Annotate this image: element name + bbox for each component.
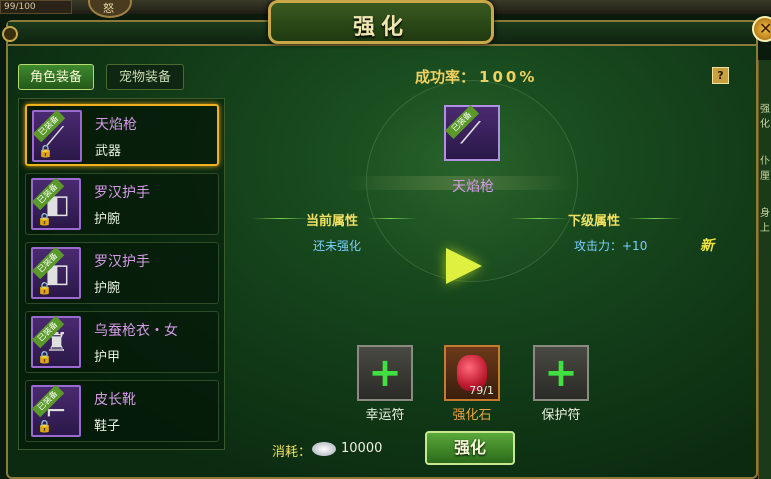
item-type: 武器 — [95, 144, 122, 159]
lock-icon: 🔒 — [37, 281, 52, 295]
target-item-name: 天焰枪 — [452, 179, 494, 195]
help-icon: ? — [717, 69, 724, 82]
equipment-item[interactable]: ♜ 已装备 🔒 乌蚕枪衣・女 护甲 — [25, 311, 219, 373]
divider — [252, 218, 310, 219]
target-item-slot[interactable]: ⟋ 已装备 — [444, 105, 500, 161]
hp-text: 99/100 — [4, 2, 36, 12]
item-name: 罗汉护手 — [94, 254, 150, 270]
item-type: 鞋子 — [94, 419, 121, 434]
item-slot: ⌐ 已装备 🔒 — [31, 384, 81, 437]
item-slot: ◧ 已装备 🔒 — [31, 177, 81, 230]
rage-orb-char: 怒 — [103, 2, 114, 15]
cost-label: 消耗： — [272, 445, 312, 460]
protect-charm-label: 保护符 — [541, 408, 581, 423]
next-attr-value: 攻击力：+10 — [574, 239, 648, 253]
item-slot: ⟋ 已装备 🔒 — [32, 109, 82, 162]
title-plate: 强化 — [268, 0, 494, 44]
enhance-stone-label: 强化石 — [452, 408, 492, 423]
equipment-list: ⟋ 已装备 🔒 天焰枪 武器 ◧ 已装备 🔒 罗汉护手 护腕 ◧ 已装备 🔒 罗… — [18, 98, 225, 450]
item-slot: ♜ 已装备 🔒 — [31, 315, 81, 368]
lock-icon: 🔒 — [37, 350, 52, 364]
item-type: 护腕 — [94, 212, 121, 227]
current-attr-header: 当前属性 — [306, 214, 359, 229]
item-name: 乌蚕枪衣・女 — [94, 323, 178, 339]
silver-ingot-icon — [312, 442, 336, 456]
item-name: 罗汉护手 — [94, 185, 150, 201]
lucky-charm-slot[interactable]: + — [357, 345, 413, 401]
new-tag: 新 — [700, 238, 714, 254]
divider — [510, 218, 568, 219]
side-panel-strip[interactable]: 强 化 仆 厘 身 上 — [758, 60, 771, 479]
item-type: 护甲 — [94, 350, 121, 365]
stone-count: 79/1 — [469, 384, 494, 397]
close-button[interactable]: ✕ — [752, 16, 771, 42]
lock-icon: 🔒 — [38, 144, 53, 158]
item-name: 皮长靴 — [94, 392, 136, 408]
plus-icon: + — [368, 350, 402, 396]
divider — [366, 218, 416, 219]
lucky-charm-label: 幸运符 — [365, 408, 405, 423]
next-attr-header: 下级属性 — [568, 214, 621, 229]
item-slot: ◧ 已装备 🔒 — [31, 246, 81, 299]
item-name: 天焰枪 — [95, 117, 137, 133]
item-type: 护腕 — [94, 281, 121, 296]
divider — [628, 218, 682, 219]
cost-value: 10000 — [341, 441, 383, 456]
close-icon: ✕ — [759, 19, 771, 38]
enhance-stone-slot[interactable]: 79/1 — [444, 345, 500, 401]
help-button[interactable]: ? — [712, 67, 729, 84]
equipment-item[interactable]: ◧ 已装备 🔒 罗汉护手 护腕 — [25, 242, 219, 304]
tab-character-equipment[interactable]: 角色装备 — [18, 64, 94, 90]
plus-icon: + — [544, 350, 578, 396]
hp-bar: 99/100 — [0, 0, 72, 14]
side-panel-text: 强 化 仆 厘 身 上 — [760, 104, 770, 234]
panel-title: 强化 — [352, 15, 409, 40]
enhance-button[interactable]: 强化 — [425, 431, 515, 465]
equipment-item[interactable]: ⌐ 已装备 🔒 皮长靴 鞋子 — [25, 380, 219, 442]
protect-charm-slot[interactable]: + — [533, 345, 589, 401]
lock-icon: 🔒 — [37, 212, 52, 226]
rage-orb-icon[interactable]: 怒 — [88, 0, 132, 18]
tab-pet-equipment[interactable]: 宠物装备 — [106, 64, 184, 90]
equipment-item[interactable]: ⟋ 已装备 🔒 天焰枪 武器 — [25, 104, 219, 166]
lock-icon: 🔒 — [37, 419, 52, 433]
arrow-right-icon — [446, 248, 482, 284]
equipment-item[interactable]: ◧ 已装备 🔒 罗汉护手 护腕 — [25, 173, 219, 235]
current-attr-value: 还未强化 — [313, 239, 362, 253]
corner-ornament-icon — [2, 26, 18, 42]
